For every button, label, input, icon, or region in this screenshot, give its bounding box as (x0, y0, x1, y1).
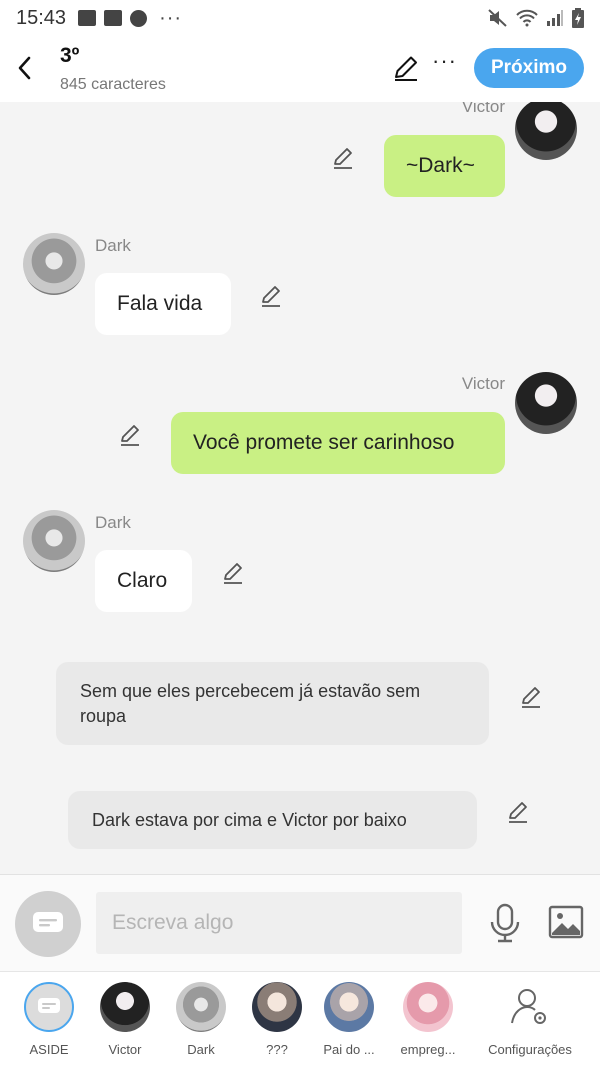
aside-mode-button[interactable] (15, 891, 81, 957)
back-button[interactable] (10, 50, 38, 86)
mute-icon (488, 9, 507, 27)
pinterest-notification-icon (130, 9, 148, 27)
avatar (176, 982, 226, 1032)
avatar-dark[interactable] (23, 233, 85, 295)
avatar-dark[interactable] (23, 510, 85, 572)
character-item-pai[interactable]: Pai do ... (311, 982, 387, 1057)
aside-avatar (24, 982, 74, 1032)
character-label: Dark (187, 1042, 215, 1057)
edit-title-pencil-icon[interactable] (392, 54, 420, 82)
settings-item[interactable]: Configurações (478, 982, 582, 1057)
gallery-notification-icon (78, 10, 97, 26)
next-button[interactable]: Próximo (474, 48, 584, 88)
user-gear-icon (511, 989, 546, 1024)
sender-name: Dark (95, 513, 131, 532)
more-notifications-icon: ··· (159, 7, 183, 29)
more-options-button[interactable]: ··· (432, 48, 457, 74)
wifi-icon (516, 9, 538, 27)
character-label: Victor (108, 1042, 142, 1057)
narration-bubble[interactable]: Dark estava por cima e Victor por baixo (68, 791, 477, 849)
message-bubble[interactable]: Fala vida (95, 273, 231, 335)
character-label: Pai do ... (323, 1042, 375, 1057)
character-label: ??? (266, 1042, 288, 1057)
narration-bubble[interactable]: Sem que eles percebecem já estavão sem r… (56, 662, 489, 745)
edit-message-pencil-icon[interactable] (331, 146, 355, 170)
character-label: ASIDE (29, 1042, 69, 1057)
settings-avatar (505, 982, 555, 1032)
message-input[interactable] (96, 892, 462, 954)
battery-icon (572, 8, 584, 28)
character-item-aside[interactable]: ASIDE (11, 982, 87, 1057)
avatar (252, 982, 302, 1032)
status-system-icons (488, 8, 584, 28)
avatar (403, 982, 453, 1032)
character-item-empregada[interactable]: empreg... (390, 982, 466, 1057)
message-composer (0, 874, 600, 971)
character-label: Configurações (488, 1042, 572, 1057)
character-item-dark[interactable]: Dark (163, 982, 239, 1057)
sender-name: Dark (95, 236, 131, 255)
character-item-victor[interactable]: Victor (87, 982, 163, 1057)
sender-name: Victor (461, 374, 505, 393)
signal-icon (547, 10, 563, 26)
status-bar: 15:43 ··· (0, 0, 600, 36)
message-bubble[interactable]: Você promete ser carinhoso (171, 412, 505, 474)
character-label: empreg... (400, 1042, 456, 1057)
avatar (100, 982, 150, 1032)
character-count: 845 caracteres (60, 76, 166, 93)
avatar-victor[interactable] (515, 372, 577, 434)
status-notification-icons: ··· (78, 8, 182, 28)
voicemail-notification-icon (104, 10, 123, 26)
image-icon[interactable] (548, 905, 584, 939)
page-title: 3º (60, 44, 80, 67)
edit-message-pencil-icon[interactable] (221, 561, 245, 585)
character-item-unknown[interactable]: ??? (239, 982, 315, 1057)
chat-bubble-icon (33, 912, 63, 932)
message-bubble[interactable]: Claro (95, 550, 192, 612)
app-header: 3º 845 caracteres ··· Próximo (0, 36, 600, 102)
edit-narration-pencil-icon[interactable] (519, 685, 543, 709)
avatar-victor[interactable] (515, 102, 577, 160)
edit-message-pencil-icon[interactable] (118, 423, 142, 447)
edit-narration-pencil-icon[interactable] (506, 800, 530, 824)
edit-message-pencil-icon[interactable] (259, 284, 283, 308)
status-time: 15:43 (16, 6, 67, 29)
chat-area[interactable]: Victor ~Dark~ Dark Fala vida Victor Você… (0, 102, 600, 874)
avatar (324, 982, 374, 1032)
microphone-icon[interactable] (489, 903, 521, 943)
chat-bubble-icon (38, 998, 60, 1013)
chevron-left-icon (18, 56, 31, 80)
message-bubble[interactable]: ~Dark~ (384, 135, 505, 197)
sender-name: Victor (461, 102, 505, 116)
character-bar: ASIDE Victor Dark ??? Pai do ... empreg.… (0, 971, 600, 1067)
